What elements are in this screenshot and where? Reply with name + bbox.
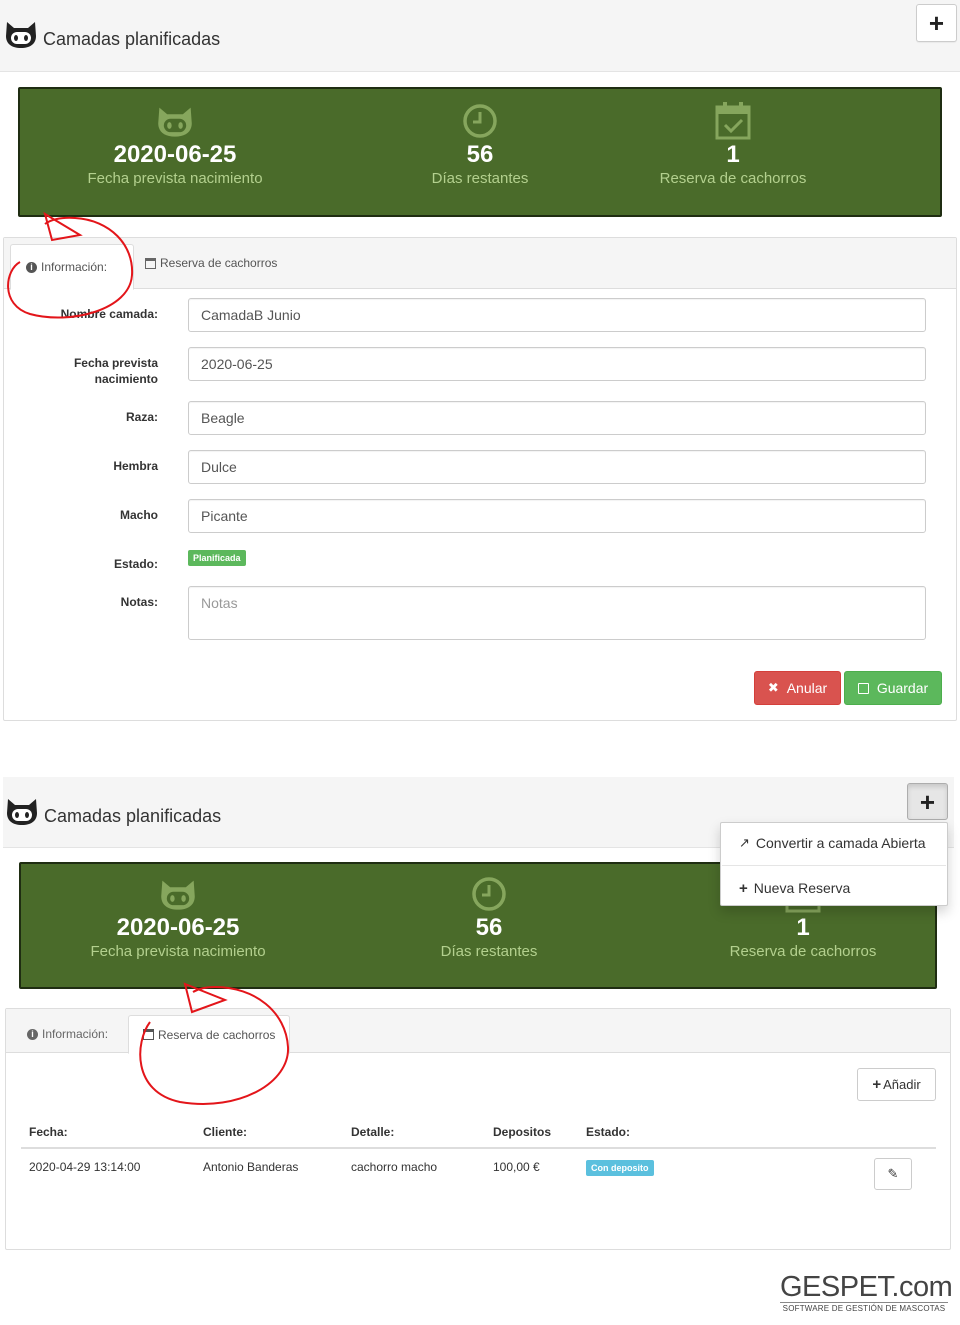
column-header: Cliente: xyxy=(203,1125,248,1139)
menu-item-convert-open-litter[interactable]: ↗ Convertir a camada Abierta xyxy=(721,829,947,857)
cat-logo-icon xyxy=(4,20,38,48)
info-circle-icon: i xyxy=(27,1028,38,1040)
plus-icon: + xyxy=(919,786,936,817)
page-title: Camadas planificadas xyxy=(44,806,222,826)
stat-value: 1 xyxy=(726,141,740,168)
cell-date: 2020-04-29 13:14:00 xyxy=(29,1160,141,1174)
edit-reservation-button[interactable]: ✎ xyxy=(874,1158,912,1190)
plus-icon: + xyxy=(739,879,748,897)
menu-item-new-reservation[interactable]: + Nueva Reserva xyxy=(721,874,947,902)
stat-label: Fecha prevista nacimiento xyxy=(87,170,263,187)
stat-days-left: 56 Días restantes xyxy=(380,101,580,189)
stat-label: Reserva de cachorros xyxy=(659,170,807,187)
stat-value: 1 xyxy=(796,914,810,941)
button-label: Añadir xyxy=(883,1077,921,1092)
cell-client: Antonio Banderas xyxy=(203,1160,299,1174)
field-label-status: Estado: xyxy=(113,557,158,571)
field-label-birth-date: Fecha prevista nacimiento xyxy=(28,355,158,387)
floppy-disk-icon xyxy=(857,682,869,694)
stat-value: 56 xyxy=(475,914,503,941)
button-label: Guardar xyxy=(876,680,929,696)
stat-label: Fecha prevista nacimiento xyxy=(90,943,266,960)
field-label-female: Hembra xyxy=(113,459,158,473)
add-menu-button[interactable]: + xyxy=(907,783,948,820)
table-header-divider xyxy=(21,1147,936,1149)
save-button[interactable]: Guardar xyxy=(844,671,942,705)
clock-icon xyxy=(389,874,589,914)
plus-icon: + xyxy=(928,8,945,38)
annotation-circle-arrow xyxy=(7,211,134,319)
cat-icon xyxy=(65,101,285,141)
calendar-check-icon xyxy=(633,101,833,141)
cell-detail: cachorro macho xyxy=(351,1160,438,1174)
add-dropdown-menu: ↗ Convertir a camada Abierta + Nueva Res… xyxy=(720,822,948,906)
notes-field[interactable]: Notas xyxy=(188,586,926,640)
stat-label: Días restantes xyxy=(431,170,529,187)
tab-label: Información: xyxy=(42,1027,109,1041)
field-label-male: Macho xyxy=(119,508,158,522)
menu-divider xyxy=(722,865,946,866)
menu-item-label: Convertir a camada Abierta xyxy=(755,835,926,851)
stat-reservations: 1 Reserva de cachorros xyxy=(633,101,833,189)
stat-value: 2020-06-25 xyxy=(116,914,240,941)
button-label: Anular xyxy=(786,680,828,696)
tab-puppy-reservations[interactable]: Reserva de cachorros xyxy=(145,256,277,270)
add-reservation-button[interactable]: + Añadir xyxy=(857,1068,936,1101)
breed-field[interactable]: Beagle xyxy=(188,401,926,435)
page-title: Camadas planificadas xyxy=(43,29,221,49)
name-field[interactable]: CamadaB Junio xyxy=(188,298,926,332)
cat-logo-icon xyxy=(5,797,39,825)
cell-deposit: 100,00 € xyxy=(493,1160,540,1174)
cancel-button[interactable]: ✖ Anular xyxy=(754,671,841,705)
status-badge: Planificada xyxy=(188,550,246,566)
field-label-breed: Raza: xyxy=(125,410,158,424)
add-menu-button[interactable]: + xyxy=(916,4,957,42)
edit-icon: ✎ xyxy=(887,1166,899,1181)
stat-value: 2020-06-25 xyxy=(113,141,237,168)
status-badge: Con deposito xyxy=(586,1160,654,1176)
male-field[interactable]: Picante xyxy=(188,499,926,533)
stat-label: Días restantes xyxy=(440,943,538,960)
label-line: Fecha prevista xyxy=(73,356,158,370)
tab-label: Reserva de cachorros xyxy=(160,256,278,270)
stat-label: Reserva de cachorros xyxy=(729,943,877,960)
stats-panel: 2020-06-25 Fecha prevista nacimiento 56 … xyxy=(18,87,942,217)
field-label-notes: Notas: xyxy=(120,595,158,609)
clock-icon xyxy=(380,101,580,141)
gespet-logo: GESPET.com SOFTWARE DE GESTIÓN DE MASCOT… xyxy=(780,1271,953,1313)
plus-icon: + xyxy=(872,1076,882,1093)
stat-birth-date: 2020-06-25 Fecha prevista nacimiento xyxy=(65,101,285,189)
column-header: Depositos xyxy=(493,1125,552,1139)
stat-birth-date: 2020-06-25 Fecha prevista nacimiento xyxy=(68,874,288,962)
annotation-circle-arrow xyxy=(139,982,290,1105)
brand-name: GESPET.com xyxy=(780,1271,953,1303)
brand-tagline: SOFTWARE DE GESTIÓN DE MASCOTAS xyxy=(780,1302,948,1313)
stat-value: 56 xyxy=(466,141,494,168)
birth-date-field[interactable]: 2020-06-25 xyxy=(188,347,926,381)
cat-icon xyxy=(68,874,288,914)
column-header: Estado: xyxy=(586,1125,631,1139)
menu-item-label: Nueva Reserva xyxy=(753,880,851,896)
female-field[interactable]: Dulce xyxy=(188,450,926,484)
tab-information[interactable]: i Información: xyxy=(27,1027,108,1041)
share-icon: ↗ xyxy=(739,835,750,850)
label-line: nacimiento xyxy=(94,372,158,386)
column-header: Fecha: xyxy=(29,1125,68,1139)
column-header: Detalle: xyxy=(351,1125,395,1139)
stat-days-left: 56 Días restantes xyxy=(389,874,589,962)
times-icon: ✖ xyxy=(767,680,779,695)
